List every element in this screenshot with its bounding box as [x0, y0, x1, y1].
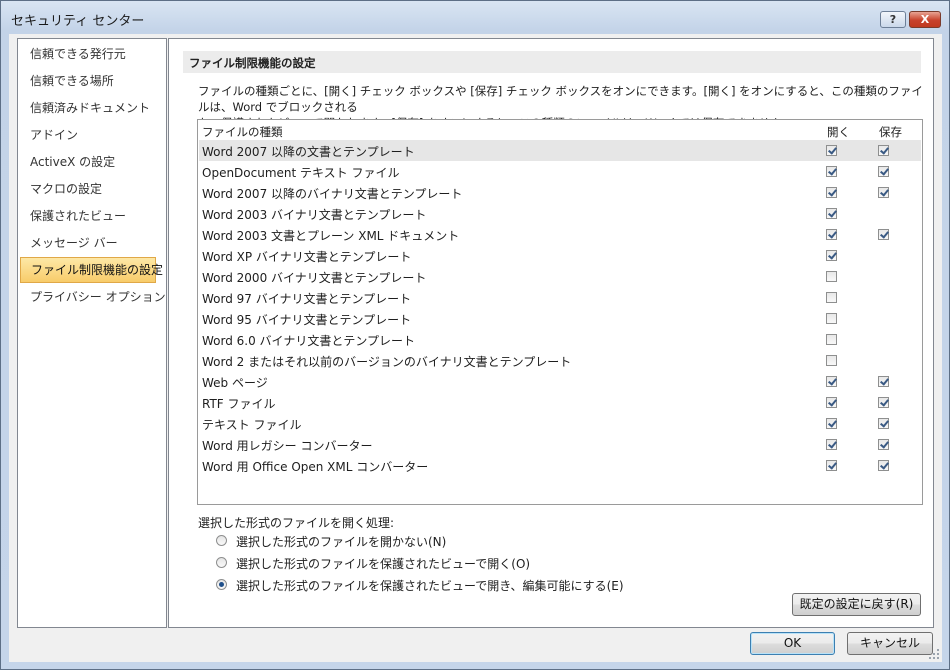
table-row[interactable]: Word 2007 以降の文書とテンプレート [199, 140, 921, 161]
file-type-label: OpenDocument テキスト ファイル [202, 166, 400, 180]
restore-defaults-button[interactable]: 既定の設定に戻す(R) [792, 593, 921, 616]
open-checkbox[interactable] [826, 208, 837, 219]
radio-label[interactable]: 選択した形式のファイルを開かない(N) [236, 533, 446, 550]
file-type-label: Word 6.0 バイナリ文書とテンプレート [202, 334, 415, 348]
title-bar[interactable]: セキュリティ センター ? X [1, 1, 949, 35]
file-type-label: Web ページ [202, 376, 268, 390]
column-header-open: 開く [827, 125, 850, 139]
file-type-label: Word 2007 以降の文書とテンプレート [202, 145, 415, 159]
table-row[interactable]: Word 6.0 バイナリ文書とテンプレート [199, 329, 921, 350]
section-title: ファイル制限機能の設定 [189, 56, 316, 70]
table-row[interactable]: テキスト ファイル [199, 413, 921, 434]
open-checkbox[interactable] [826, 376, 837, 387]
nav-item-activex[interactable]: ActiveX の設定 [20, 150, 166, 174]
open-checkbox[interactable] [826, 166, 837, 177]
save-checkbox[interactable] [878, 376, 889, 387]
save-checkbox[interactable] [878, 229, 889, 240]
table-row[interactable]: Word 2 またはそれ以前のバージョンのバイナリ文書とテンプレート [199, 350, 921, 371]
radio-button[interactable] [216, 557, 227, 568]
nav-item-protected-view[interactable]: 保護されたビュー [20, 204, 166, 228]
open-checkbox[interactable] [826, 292, 837, 303]
open-checkbox[interactable] [826, 397, 837, 408]
nav-item-macro[interactable]: マクロの設定 [20, 177, 166, 201]
file-type-label: Word 95 バイナリ文書とテンプレート [202, 313, 412, 327]
file-type-grid: ファイルの種類 開く 保存 Word 2007 以降の文書とテンプレート Open… [197, 119, 923, 505]
file-type-label: Word 2003 バイナリ文書とテンプレート [202, 208, 427, 222]
table-row[interactable]: Word 2003 文書とプレーン XML ドキュメント [199, 224, 921, 245]
file-type-label: Word 用 Office Open XML コンバーター [202, 460, 429, 474]
nav-item-message-bar[interactable]: メッセージ バー [20, 231, 166, 255]
section-header: ファイル制限機能の設定 [183, 51, 921, 73]
save-checkbox[interactable] [878, 418, 889, 429]
nav-item-trusted-locations[interactable]: 信頼できる場所 [20, 69, 166, 93]
nav-item-privacy[interactable]: プライバシー オプション [20, 285, 166, 309]
table-row[interactable]: Web ページ [199, 371, 921, 392]
ok-button[interactable]: OK [750, 632, 835, 655]
table-row[interactable]: Word 97 バイナリ文書とテンプレート [199, 287, 921, 308]
table-row[interactable]: Word 95 バイナリ文書とテンプレート [199, 308, 921, 329]
table-row[interactable]: RTF ファイル [199, 392, 921, 413]
table-row[interactable]: Word XP バイナリ文書とテンプレート [199, 245, 921, 266]
open-behavior-label: 選択した形式のファイルを開く処理: [198, 516, 395, 530]
open-checkbox[interactable] [826, 187, 837, 198]
resize-grip-icon[interactable] [928, 648, 940, 660]
file-type-label: Word 97 バイナリ文書とテンプレート [202, 292, 412, 306]
save-checkbox[interactable] [878, 397, 889, 408]
table-row[interactable]: Word 2003 バイナリ文書とテンプレート [199, 203, 921, 224]
radio-button-selected[interactable] [216, 579, 227, 590]
file-type-label: Word 2007 以降のバイナリ文書とテンプレート [202, 187, 463, 201]
open-checkbox[interactable] [826, 334, 837, 345]
description-line: ファイルの種類ごとに、[開く] チェック ボックスや [保存] チェック ボック… [198, 84, 923, 114]
open-checkbox[interactable] [826, 313, 837, 324]
radio-button[interactable] [216, 535, 227, 546]
nav-list: 信頼できる発行元 信頼できる場所 信頼済みドキュメント アドイン ActiveX… [17, 38, 167, 628]
table-row[interactable]: Word 用 Office Open XML コンバーター [199, 455, 921, 476]
window-title: セキュリティ センター [11, 14, 145, 29]
open-checkbox[interactable] [826, 439, 837, 450]
table-row[interactable]: OpenDocument テキスト ファイル [199, 161, 921, 182]
column-header-file-type: ファイルの種類 [202, 125, 283, 139]
close-button[interactable]: X [909, 11, 941, 28]
open-checkbox[interactable] [826, 250, 837, 261]
file-type-label: Word XP バイナリ文書とテンプレート [202, 250, 412, 264]
save-checkbox[interactable] [878, 187, 889, 198]
cancel-button[interactable]: キャンセル [847, 632, 933, 655]
open-checkbox[interactable] [826, 271, 837, 282]
column-header-save: 保存 [879, 125, 902, 139]
save-checkbox[interactable] [878, 460, 889, 471]
table-row[interactable]: Word 2000 バイナリ文書とテンプレート [199, 266, 921, 287]
radio-label[interactable]: 選択した形式のファイルを保護されたビューで開き、編集可能にする(E) [236, 577, 624, 594]
dialog-body: 信頼できる発行元 信頼できる場所 信頼済みドキュメント アドイン ActiveX… [9, 34, 942, 662]
nav-item-file-block[interactable]: ファイル制限機能の設定 [20, 257, 163, 283]
open-checkbox[interactable] [826, 355, 837, 366]
file-type-label: RTF ファイル [202, 397, 276, 411]
table-row[interactable]: Word 2007 以降のバイナリ文書とテンプレート [199, 182, 921, 203]
nav-item-trusted-publishers[interactable]: 信頼できる発行元 [20, 42, 166, 66]
open-checkbox[interactable] [826, 418, 837, 429]
save-checkbox[interactable] [878, 166, 889, 177]
open-checkbox[interactable] [826, 229, 837, 240]
security-center-dialog: セキュリティ センター ? X 信頼できる発行元 信頼できる場所 信頼済みドキュ… [0, 0, 950, 670]
radio-label[interactable]: 選択した形式のファイルを保護されたビューで開く(O) [236, 555, 530, 572]
file-type-label: テキスト ファイル [202, 418, 302, 432]
file-type-label: Word 用レガシー コンバーター [202, 439, 373, 453]
open-checkbox[interactable] [826, 460, 837, 471]
content-panel: ファイル制限機能の設定 ファイルの種類ごとに、[開く] チェック ボックスや [… [168, 38, 934, 628]
file-type-label: Word 2000 バイナリ文書とテンプレート [202, 271, 427, 285]
save-checkbox[interactable] [878, 439, 889, 450]
nav-item-addins[interactable]: アドイン [20, 123, 166, 147]
nav-item-trusted-documents[interactable]: 信頼済みドキュメント [20, 96, 166, 120]
file-type-label: Word 2 またはそれ以前のバージョンのバイナリ文書とテンプレート [202, 355, 572, 369]
table-row[interactable]: Word 用レガシー コンバーター [199, 434, 921, 455]
open-checkbox[interactable] [826, 145, 837, 156]
save-checkbox[interactable] [878, 145, 889, 156]
file-type-label: Word 2003 文書とプレーン XML ドキュメント [202, 229, 460, 243]
help-button[interactable]: ? [880, 11, 906, 28]
